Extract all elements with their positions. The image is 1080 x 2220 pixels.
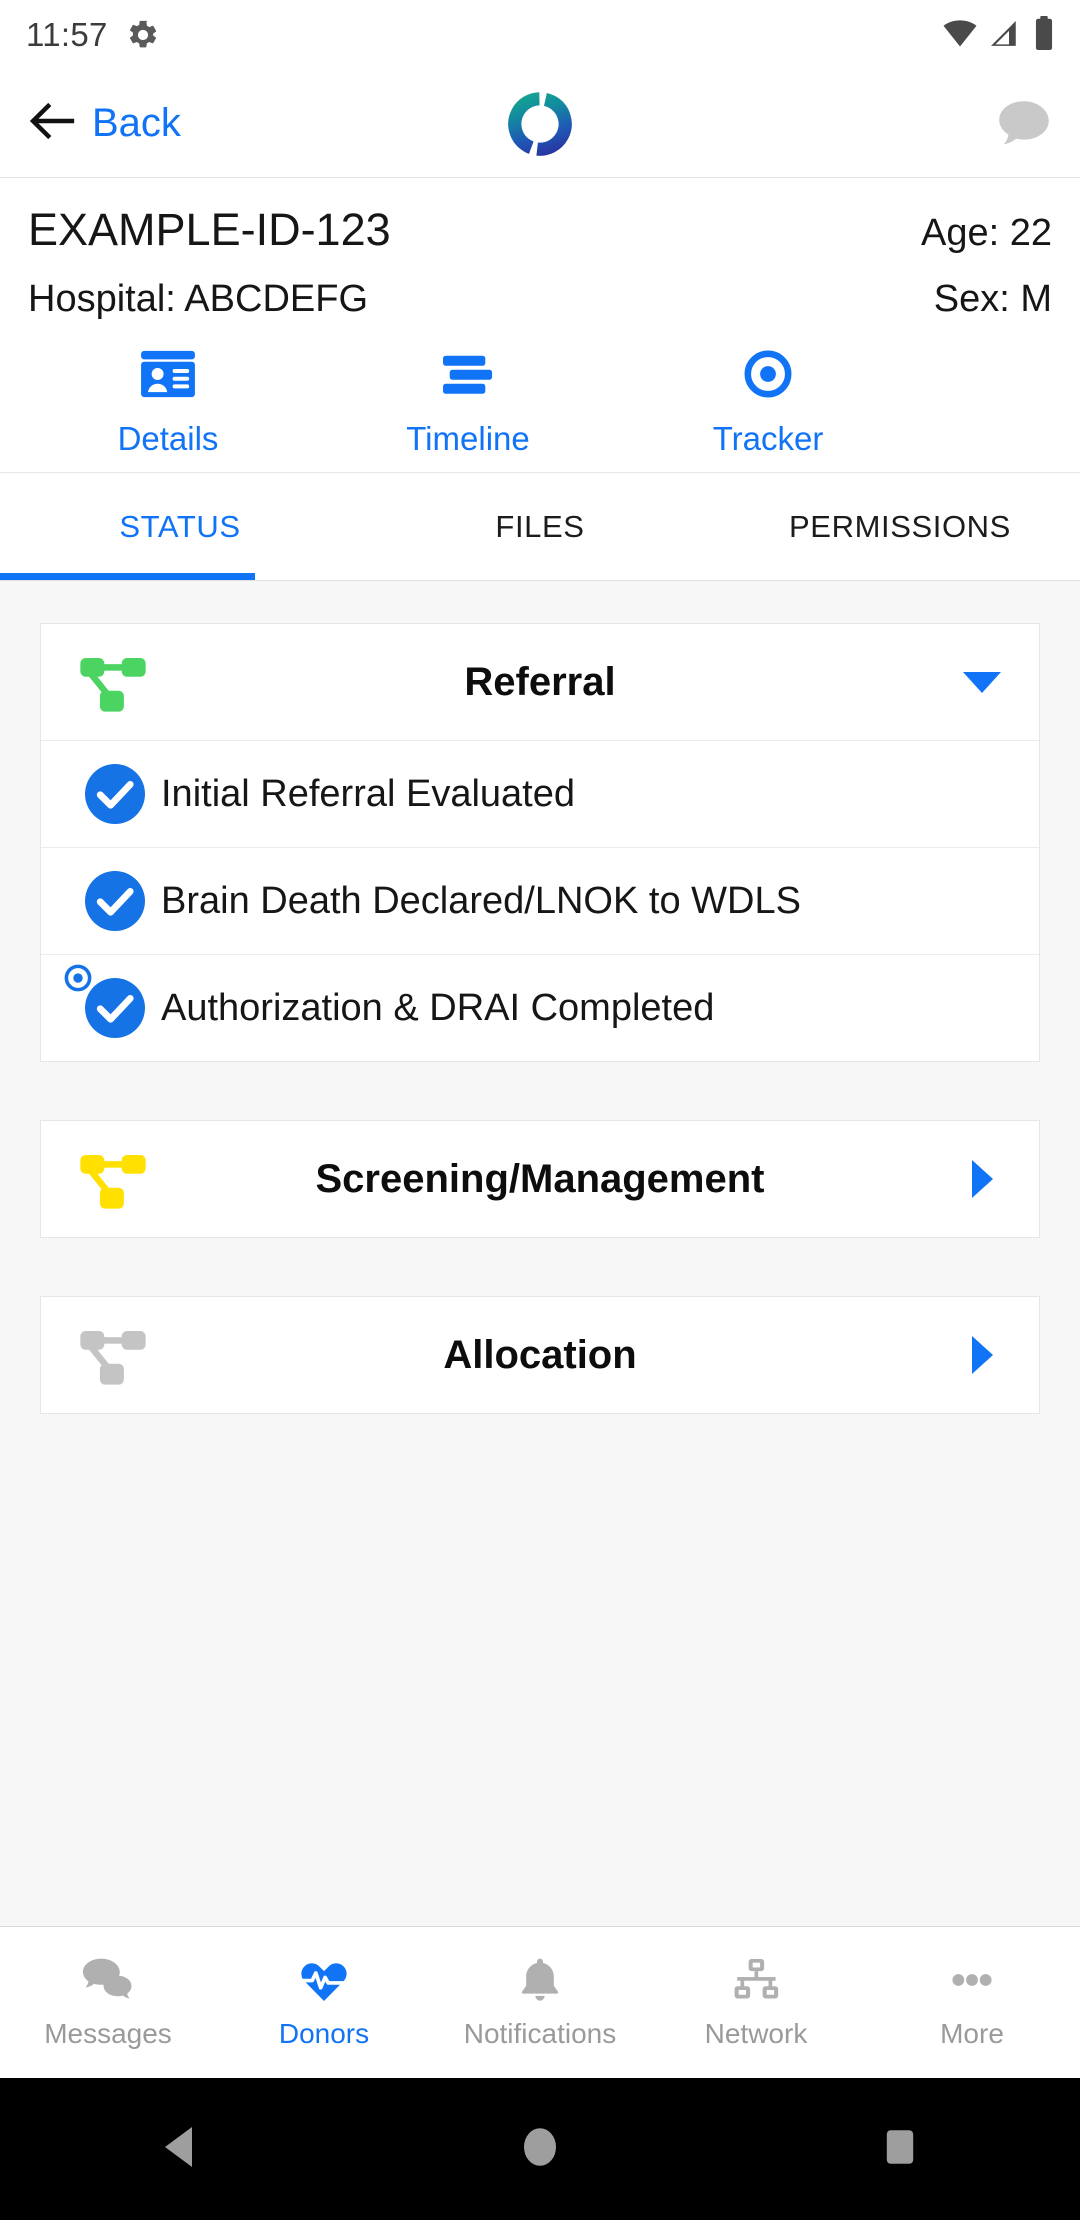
- battery-icon: [1034, 15, 1054, 55]
- patient-header: EXAMPLE-ID-123 Age: 22 Hospital: ABCDEFG…: [0, 178, 1080, 327]
- chat-bubble-icon[interactable]: [996, 98, 1052, 150]
- status-bar: 11:57: [0, 0, 1080, 70]
- card-screening-management-title: Screening/Management: [315, 1156, 765, 1201]
- bottom-nav-network[interactable]: Network: [648, 1927, 864, 2078]
- card-allocation-title: Allocation: [443, 1332, 637, 1377]
- system-recents-button[interactable]: [720, 2123, 1080, 2176]
- hierarchy-node-icon: [69, 649, 157, 715]
- caret-right-icon[interactable]: [953, 1157, 1011, 1201]
- caret-down-icon[interactable]: [953, 667, 1011, 697]
- quick-action-timeline-label: Timeline: [406, 420, 530, 457]
- tab-permissions[interactable]: PERMISSIONS: [720, 473, 1080, 580]
- system-navigation-bar: [0, 2078, 1080, 2220]
- heartbeat-icon: [296, 1956, 352, 2009]
- gear-icon: [126, 18, 160, 52]
- patient-sex: Sex: M: [933, 278, 1052, 320]
- bottom-nav-donors-label: Donors: [278, 2017, 370, 2049]
- checklist-item[interactable]: Brain Death Declared/LNOK to WDLS: [41, 847, 1039, 954]
- app-bar: Back: [0, 70, 1080, 178]
- checklist-item[interactable]: Initial Referral Evaluated: [41, 740, 1039, 847]
- quick-action-details[interactable]: Details: [18, 349, 318, 458]
- system-back-button[interactable]: [0, 2123, 360, 2176]
- checked-circle-icon: [69, 869, 161, 933]
- card-screening-management: Screening/Management: [40, 1120, 1040, 1238]
- status-panel: Referral Initial Referral Evaluated Brai…: [0, 581, 1080, 1926]
- bottom-nav-more[interactable]: More: [864, 1927, 1080, 2078]
- status-bar-indicators: [942, 15, 1054, 55]
- checklist-item[interactable]: Authorization & DRAI Completed: [41, 954, 1039, 1061]
- signal-icon: [989, 18, 1023, 53]
- chat-bubbles-icon: [80, 1956, 136, 2009]
- tab-files[interactable]: FILES: [360, 473, 720, 580]
- quick-action-timeline[interactable]: Timeline: [318, 349, 618, 458]
- bottom-nav-notifications-label: Notifications: [463, 2017, 617, 2049]
- hierarchy-node-icon: [69, 1146, 157, 1212]
- checklist-item-label: Authorization & DRAI Completed: [161, 986, 715, 1029]
- quick-action-details-label: Details: [117, 420, 219, 457]
- bottom-nav-messages[interactable]: Messages: [0, 1927, 216, 2078]
- quick-action-tracker[interactable]: Tracker: [618, 349, 918, 458]
- patient-header-row-secondary: Hospital: ABCDEFG Sex: M: [28, 278, 1052, 321]
- tab-bar: STATUS FILES PERMISSIONS: [0, 473, 1080, 581]
- system-home-button[interactable]: [360, 2123, 720, 2176]
- system-back-triangle-icon: [158, 2123, 202, 2176]
- timeline-bars-icon: [439, 349, 497, 404]
- card-allocation: Allocation: [40, 1296, 1040, 1414]
- bottom-navigation: Messages Donors Notifications Network Mo…: [0, 1926, 1080, 2078]
- bottom-nav-network-label: Network: [704, 2017, 808, 2049]
- system-home-circle-icon: [518, 2123, 562, 2176]
- quick-action-tracker-label: Tracker: [712, 420, 824, 457]
- hierarchy-node-icon: [69, 1322, 157, 1388]
- bottom-nav-messages-label: Messages: [44, 2017, 172, 2049]
- bell-icon: [512, 1956, 568, 2009]
- id-card-icon: [139, 349, 197, 404]
- bottom-nav-donors[interactable]: Donors: [216, 1927, 432, 2078]
- status-bar-clock: 11:57: [26, 16, 108, 53]
- tab-status[interactable]: STATUS: [0, 473, 360, 580]
- caret-right-icon[interactable]: [953, 1333, 1011, 1377]
- bottom-nav-notifications[interactable]: Notifications: [432, 1927, 648, 2078]
- patient-id: EXAMPLE-ID-123: [28, 204, 391, 255]
- app-screen: 11:57 Back EXAMPLE-ID-123 Age: 22 Hospit…: [0, 0, 1080, 2220]
- bullseye-target-icon: [739, 349, 797, 404]
- tab-active-indicator: [0, 573, 255, 580]
- wifi-icon: [942, 18, 978, 53]
- patient-hospital: Hospital: ABCDEFG: [28, 278, 368, 320]
- arrow-left-icon: [28, 101, 78, 146]
- back-button-label: Back: [92, 101, 181, 145]
- system-recents-square-icon: [878, 2123, 922, 2176]
- card-allocation-header[interactable]: Allocation: [41, 1297, 1039, 1413]
- card-screening-management-header[interactable]: Screening/Management: [41, 1121, 1039, 1237]
- card-referral-title: Referral: [464, 659, 616, 704]
- checked-circle-icon: [69, 762, 161, 826]
- patient-header-row-primary: EXAMPLE-ID-123 Age: 22: [28, 204, 1052, 256]
- back-button[interactable]: Back: [28, 101, 181, 146]
- bottom-nav-more-label: More: [940, 2017, 1004, 2049]
- org-chart-icon: [728, 1956, 784, 2009]
- bullseye-target-icon: [63, 963, 93, 998]
- patient-age: Age: 22: [921, 212, 1052, 254]
- card-referral-header[interactable]: Referral: [41, 624, 1039, 740]
- checklist-item-label: Initial Referral Evaluated: [161, 772, 575, 815]
- ellipsis-icon: [944, 1956, 1000, 2009]
- quick-action-row: Details Timeline Tracker: [0, 327, 1080, 473]
- app-logo-ring-icon: [504, 88, 576, 160]
- checklist-item-label: Brain Death Declared/LNOK to WDLS: [161, 879, 801, 922]
- card-referral: Referral Initial Referral Evaluated Brai…: [40, 623, 1040, 1062]
